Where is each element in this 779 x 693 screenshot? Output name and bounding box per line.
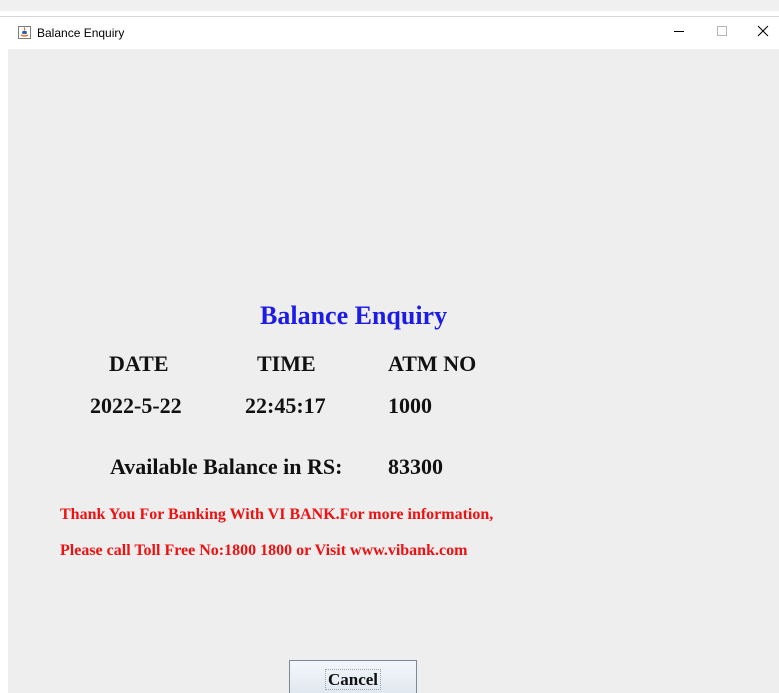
content-panel: Balance Enquiry DATE TIME ATM NO 2022-5-… <box>8 49 779 693</box>
cancel-button-label: Cancel <box>324 668 382 690</box>
close-button[interactable] <box>746 17 779 49</box>
thank-you-message: Thank You For Banking With VI BANK.For m… <box>60 506 494 523</box>
date-value: 2022-5-22 <box>90 393 182 418</box>
maximize-button[interactable] <box>702 17 742 49</box>
java-cup-icon <box>18 26 31 39</box>
time-value: 22:45:17 <box>245 393 326 418</box>
close-icon <box>757 24 769 42</box>
window-title: Balance Enquiry <box>37 26 125 40</box>
time-label: TIME <box>257 351 316 376</box>
minimize-button[interactable] <box>659 17 699 49</box>
balance-label: Available Balance in RS: <box>110 454 343 479</box>
desktop-strip <box>0 0 779 11</box>
date-label: DATE <box>109 351 169 376</box>
balance-enquiry-window: Balance Enquiry Balance Enquiry DATE TIM <box>0 16 779 693</box>
balance-value: 83300 <box>388 454 443 479</box>
cancel-button[interactable]: Cancel <box>289 660 417 693</box>
title-bar[interactable]: Balance Enquiry <box>0 17 779 49</box>
atm-no-label: ATM NO <box>388 351 477 376</box>
screen: Balance Enquiry Balance Enquiry DATE TIM <box>0 0 779 693</box>
page-title: Balance Enquiry <box>260 301 448 330</box>
minimize-icon <box>673 24 685 42</box>
maximize-icon <box>716 24 728 42</box>
atm-no-value: 1000 <box>388 393 432 418</box>
toll-free-message: Please call Toll Free No:1800 1800 or Vi… <box>60 542 468 559</box>
